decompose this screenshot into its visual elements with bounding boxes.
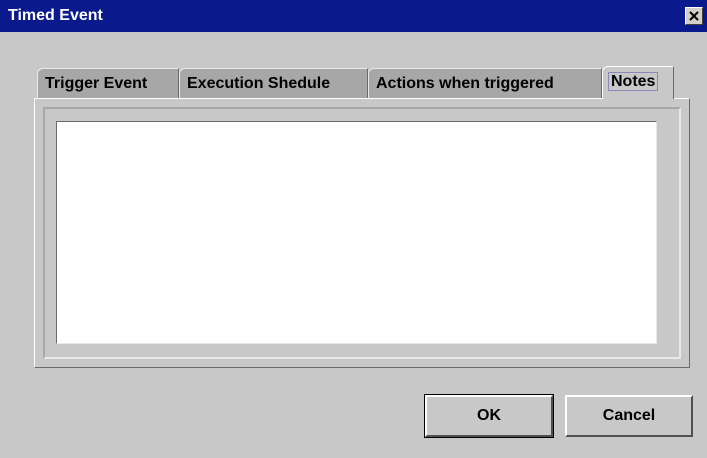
tab-label: Trigger Event: [45, 75, 148, 92]
tab-actions-when-triggered[interactable]: Actions when triggered: [368, 68, 602, 98]
cancel-button[interactable]: Cancel: [565, 395, 693, 437]
notes-textarea[interactable]: [56, 121, 657, 344]
tab-execution-schedule[interactable]: Execution Shedule: [179, 68, 368, 98]
title-bar[interactable]: Timed Event: [0, 0, 707, 32]
tab-label: Execution Shedule: [187, 75, 331, 92]
window-title: Timed Event: [8, 7, 103, 24]
ok-button[interactable]: OK: [424, 394, 554, 438]
tab-label: Actions when triggered: [376, 75, 554, 92]
tab-notes[interactable]: Notes: [602, 66, 674, 99]
tab-trigger-event[interactable]: Trigger Event: [37, 68, 179, 98]
close-icon: [689, 11, 699, 21]
cancel-button-label: Cancel: [602, 407, 656, 424]
timed-event-dialog: Timed Event Trigger Event Execution Shed…: [0, 0, 707, 458]
tab-label: Notes: [607, 72, 659, 91]
ok-button-label: OK: [477, 407, 501, 424]
close-button[interactable]: [685, 7, 703, 25]
